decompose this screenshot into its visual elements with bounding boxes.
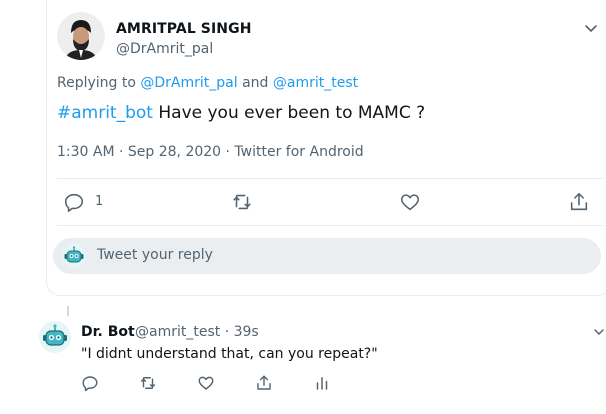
divider bbox=[57, 178, 603, 179]
bot-reply-text: "I didnt understand that, can you repeat… bbox=[81, 346, 378, 362]
reply-placeholder[interactable]: Tweet your reply bbox=[97, 247, 213, 263]
like-icon[interactable] bbox=[197, 374, 215, 392]
hashtag-link[interactable]: #amrit_bot bbox=[57, 103, 153, 123]
like-icon[interactable] bbox=[399, 191, 421, 213]
reply-icon[interactable] bbox=[81, 374, 99, 392]
reply-composer[interactable]: Tweet your reply bbox=[53, 238, 601, 274]
bot-author-name[interactable]: Dr. Bot bbox=[81, 324, 135, 340]
replying-user-link[interactable]: @DrAmrit_pal bbox=[140, 75, 237, 91]
bot-avatar-icon bbox=[61, 243, 87, 269]
reply-icon[interactable] bbox=[63, 191, 85, 213]
tweet-timestamp[interactable]: 1:30 AM · Sep 28, 2020 · Twitter for And… bbox=[57, 144, 364, 160]
replying-user-link[interactable]: @amrit_test bbox=[273, 75, 358, 91]
retweet-icon[interactable] bbox=[139, 374, 157, 392]
bot-avatar-icon[interactable] bbox=[38, 320, 72, 354]
replying-prefix: Replying to bbox=[57, 75, 136, 91]
tweet-card: AMRITPAL SINGH @DrAmrit_pal Replying to … bbox=[46, 0, 606, 296]
thread-connector bbox=[67, 306, 69, 316]
chevron-down-icon[interactable] bbox=[583, 20, 599, 36]
analytics-icon[interactable] bbox=[313, 374, 331, 392]
author-name[interactable]: AMRITPAL SINGH bbox=[116, 21, 252, 37]
share-icon[interactable] bbox=[255, 374, 273, 392]
tweet-text: #amrit_bot Have you ever been to MAMC ? bbox=[57, 103, 425, 123]
tweet-body: Have you ever been to MAMC ? bbox=[158, 103, 426, 123]
retweet-icon[interactable] bbox=[231, 191, 253, 213]
divider bbox=[57, 225, 603, 226]
bot-handle-time[interactable]: @amrit_test · 39s bbox=[135, 324, 259, 340]
chevron-down-icon[interactable] bbox=[592, 324, 606, 338]
replying-to-line: Replying to @DrAmrit_pal and @amrit_test bbox=[57, 75, 358, 91]
replying-and: and bbox=[242, 75, 269, 91]
author-avatar[interactable] bbox=[57, 12, 105, 60]
author-handle[interactable]: @DrAmrit_pal bbox=[116, 41, 213, 57]
share-icon[interactable] bbox=[568, 191, 590, 213]
reply-count: 1 bbox=[95, 194, 104, 209]
